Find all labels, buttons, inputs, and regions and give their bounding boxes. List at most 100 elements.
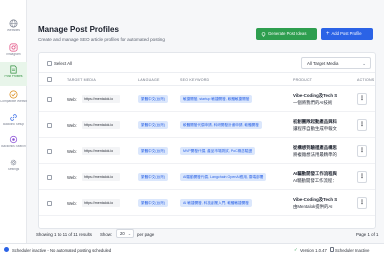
gear-icon	[10, 159, 17, 166]
row-actions-menu-button[interactable]: ⋮	[357, 119, 367, 131]
language-badge: 繁體中文(台灣)	[138, 121, 168, 129]
instagram-icon	[9, 43, 18, 52]
per-page-select[interactable]: 20 ⌄	[116, 229, 134, 238]
sidebar-item-post-profiles[interactable]: Post Profiles	[0, 62, 27, 86]
product-description: 將複雜想法用最精準的	[293, 151, 337, 157]
sidebar-item-websites[interactable]: Websites	[0, 16, 27, 40]
select-all-label: Select All	[54, 61, 73, 66]
sidebar-item-label: Settings	[7, 168, 20, 171]
row-checkbox[interactable]	[47, 148, 52, 154]
row-actions-menu-button[interactable]: ⋮	[357, 145, 367, 157]
version-label: Version 1.0.47	[300, 247, 327, 253]
table-row[interactable]: Web: https://mentalok.io 繁體中文(台灣) AI驅動開發…	[39, 164, 375, 190]
product-title: 從構想到驗證產品構思	[293, 145, 337, 150]
media-type: Web:	[67, 201, 77, 206]
row-checkbox[interactable]	[47, 122, 52, 128]
compatible-icon	[9, 90, 18, 99]
sidebar-item-label: Backlink Setup	[2, 123, 25, 126]
row-actions-menu-button[interactable]: ⋮	[357, 93, 367, 105]
language-badge: 繁體中文(台灣)	[138, 95, 168, 103]
chevron-down-icon: ⌄	[362, 61, 366, 66]
chevron-down-icon: ⌄	[127, 232, 131, 236]
page-title: Manage Post Profiles	[38, 25, 119, 34]
row-checkbox[interactable]	[47, 200, 52, 206]
product-title: AI驅動開發工作流程與	[293, 171, 337, 176]
row-checkbox[interactable]	[47, 96, 52, 102]
product-description: 一個將我們的AI技術	[293, 99, 333, 105]
media-type: Web:	[67, 149, 77, 154]
table-row[interactable]: Web: https://mentalok.io 繁體中文(台灣) 敏捷開發, …	[39, 86, 375, 112]
target-media-filter-value: All Target Media	[307, 61, 339, 66]
results-summary: Showing 1 to 11 of 11 results	[36, 232, 92, 237]
language-badge: 繁體中文(台灣)	[138, 199, 168, 207]
link-icon	[10, 114, 17, 121]
media-url: https://mentalok.io	[82, 173, 120, 181]
generate-post-ideas-label: Generate Post Ideas	[268, 31, 307, 36]
sidebar-item-instagram[interactable]: Instagram	[0, 40, 27, 64]
product-description: 讓程序自動生成申報文	[293, 125, 337, 131]
keyword-badge: MVP開發代價, 產品市場測試, PoC概念驗證	[180, 147, 256, 155]
generate-post-ideas-button[interactable]: Generate Post Ideas	[256, 28, 317, 40]
product-title: 初創團隊起動產品與科	[293, 119, 337, 124]
row-actions-menu-button[interactable]: ⋮	[357, 197, 367, 209]
target-media-filter[interactable]: All Target Media ⌄	[301, 57, 371, 69]
row-actions-menu-button[interactable]: ⋮	[357, 171, 367, 183]
media-url: https://mentalok.io	[82, 199, 120, 207]
scheduler-badge[interactable]: Scheduler Inactive	[335, 248, 369, 253]
product-description: AI驅動開發工作流程：	[293, 177, 337, 183]
per-page-label: per page	[137, 232, 155, 237]
show-label: Show:	[100, 232, 113, 237]
sidebar-item-label: Post Profiles	[4, 75, 23, 78]
row-checkbox[interactable]	[47, 174, 52, 180]
keyword-badge: 軟體開發代價申請, 科研開發計畫申請, 軟體開發	[180, 121, 262, 129]
scheduler-icon	[330, 247, 334, 252]
sidebar-item-label: Instagram	[6, 53, 21, 56]
product-description: 由Mentalok提供的AI	[293, 203, 333, 209]
language-badge: 繁體中文(台灣)	[138, 173, 168, 181]
column-header-actions: ACTIONS	[357, 78, 375, 82]
search-link-icon	[9, 135, 18, 144]
table-row[interactable]: Web: https://mentalok.io 繁體中文(台灣) MVP開發代…	[39, 138, 375, 164]
sidebar-item-compatible-websites[interactable]: Compatible Websites	[0, 87, 27, 111]
sidebar-item-label: Websites	[6, 29, 21, 32]
product-title: Vibe-Coding及Tech S	[293, 197, 338, 202]
sidebar-item-label: Compatible Websites	[0, 100, 27, 103]
table-row[interactable]: Web: https://mentalok.io 繁體中文(台灣) AI 敏捷開…	[39, 190, 375, 216]
sidebar-item-backlinks-search[interactable]: Backlinks Search	[0, 132, 27, 156]
column-header-language: LANGUAGE	[138, 78, 160, 82]
column-header-product: PRODUCT	[293, 78, 313, 82]
select-all-checkbox[interactable]	[47, 60, 52, 66]
page-subtitle: Create and manage SEO article profiles f…	[38, 37, 165, 42]
column-header-seo-keyword: SEO KEYWORD	[180, 78, 210, 82]
keyword-badge: AI 敏捷開發, 科技創業入門, 軟體敏捷開發	[180, 199, 252, 207]
status-bar: Scheduler inactive - No automated postin…	[0, 243, 384, 255]
keyword-badge: 敏捷開發, startup 敏捷開發, 軟體敏捷開發	[180, 95, 253, 103]
language-badge: 繁體中文(台灣)	[138, 147, 168, 155]
profiles-table-card: Select All All Target Media ⌄ TARGET MED…	[38, 52, 376, 229]
media-url: https://mentalok.io	[82, 95, 120, 103]
table-row[interactable]: Web: https://mentalok.io 繁體中文(台灣) 軟體開發代價…	[39, 112, 375, 138]
media-type: Web:	[67, 123, 77, 128]
lightbulb-icon	[261, 31, 266, 37]
scheduler-status-text: Scheduler inactive - No automated postin…	[12, 247, 112, 253]
keyword-badge: AI驅動開發代價, Langchain OpenAI應用, 雲端部署	[180, 173, 267, 181]
header-checkbox[interactable]	[47, 77, 52, 82]
column-header-target-media: TARGET MEDIA	[67, 78, 97, 82]
sidebar: Websites Instagram Post Profiles Compati…	[0, 0, 27, 243]
sidebar-item-settings[interactable]: Settings	[0, 155, 27, 179]
page-indicator: Page 1 of 1	[356, 232, 379, 237]
status-dot-icon	[4, 247, 9, 252]
add-post-profile-label: Add Post Profile	[331, 31, 362, 36]
product-title: Vibe-Coding及Tech S	[293, 93, 338, 98]
table-header: TARGET MEDIA LANGUAGE SEO KEYWORD PRODUC…	[39, 73, 375, 86]
add-post-profile-button[interactable]: + Add Post Profile	[321, 28, 373, 40]
per-page-value: 20	[120, 231, 125, 236]
table-toolbar: Select All All Target Media ⌄	[39, 53, 375, 73]
sidebar-item-backlink-setup[interactable]: Backlink Setup	[0, 110, 27, 134]
check-icon: ✓	[294, 247, 298, 252]
sidebar-item-label: Backlinks Search	[1, 145, 26, 148]
globe-icon	[9, 19, 18, 28]
document-icon	[10, 65, 17, 74]
media-url: https://mentalok.io	[82, 121, 120, 129]
media-type: Web:	[67, 175, 77, 180]
